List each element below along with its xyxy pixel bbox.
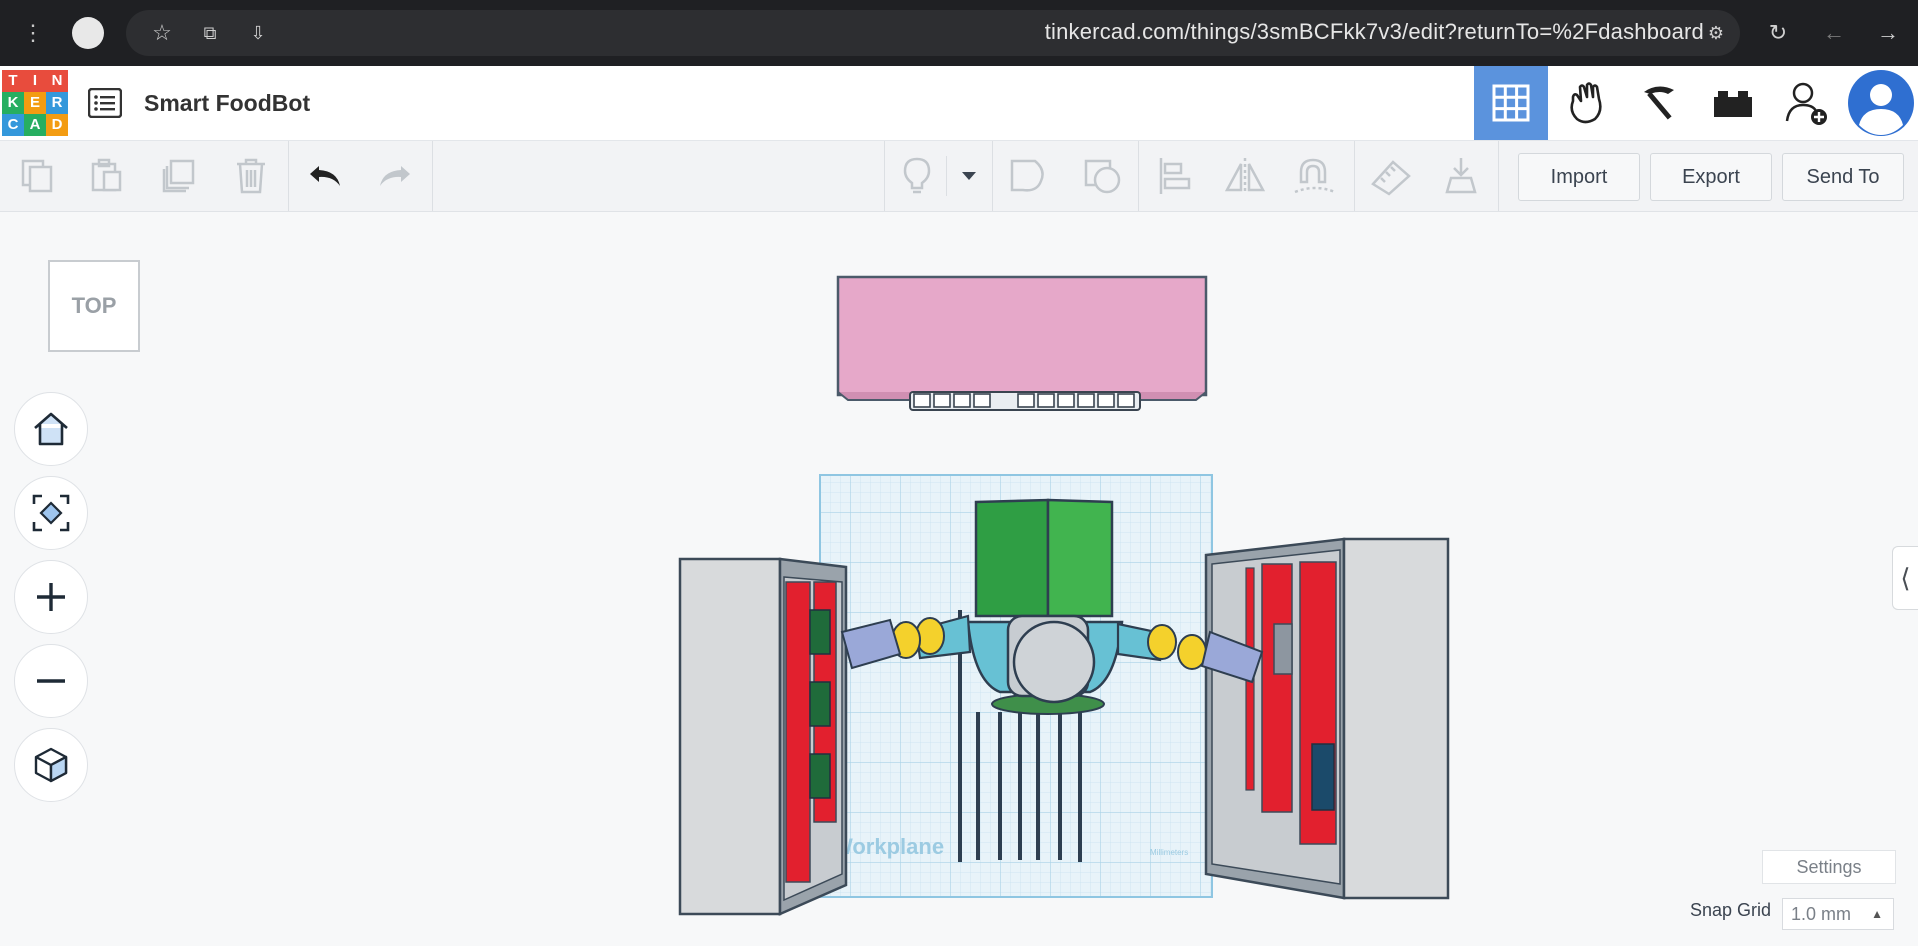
logo-letter: I <box>24 70 46 92</box>
paste-icon[interactable] <box>82 151 132 201</box>
drop-to-workplane-icon[interactable] <box>1436 151 1486 201</box>
workplane-label: Workplane <box>832 834 944 859</box>
light-bulb-icon[interactable] <box>892 151 942 201</box>
collapse-panel-icon[interactable]: ⟨ <box>1892 546 1918 610</box>
import-button[interactable]: Import <box>1518 153 1640 201</box>
site-icon[interactable] <box>72 17 104 49</box>
install-app-icon[interactable]: ⇩ <box>242 18 274 48</box>
align-icon[interactable] <box>1150 151 1200 201</box>
pink-sign-shape[interactable] <box>836 275 1208 411</box>
logo-letter: A <box>24 114 46 136</box>
ungroup-icon[interactable] <box>1078 151 1128 201</box>
logo-letter: K <box>2 92 24 114</box>
url-text[interactable]: tinkercad.com/things/3smBCFkk7v3/edit?re… <box>1045 19 1704 45</box>
circuits-hand-icon[interactable] <box>1548 66 1622 140</box>
undo-icon[interactable] <box>300 151 350 201</box>
invite-user-icon[interactable] <box>1770 66 1844 140</box>
export-button[interactable]: Export <box>1650 153 1772 201</box>
settings-button[interactable]: Settings <box>1762 850 1896 884</box>
user-avatar-icon[interactable] <box>1844 66 1918 140</box>
snap-grid-value: 1.0 mm <box>1791 904 1852 924</box>
send-to-button[interactable]: Send To <box>1782 153 1904 201</box>
edit-toolbar: Import Export Send To <box>0 141 1918 212</box>
3d-workspace[interactable]: TOP Workplane Millimeters ⟨ Settings Sna… <box>0 212 1918 946</box>
tinkercad-logo[interactable]: T I N K E R C A D <box>2 70 68 136</box>
scene-canvas[interactable]: Workplane Millimeters <box>0 212 1918 946</box>
back-icon[interactable]: ← <box>1818 18 1850 48</box>
workplane-unit-label: Millimeters <box>1150 848 1188 857</box>
group-icon[interactable] <box>1004 151 1054 201</box>
app-header: T I N K E R C A D Smart FoodBot <box>0 66 1918 141</box>
left-cabinet-shape[interactable] <box>678 557 848 916</box>
mirror-icon[interactable] <box>1220 151 1270 201</box>
duplicate-icon[interactable] <box>154 151 204 201</box>
redo-icon[interactable] <box>370 151 420 201</box>
magnet-icon[interactable] <box>1290 151 1340 201</box>
chevron-up-icon: ▲ <box>1871 907 1883 921</box>
snap-grid-label: Snap Grid <box>1690 900 1772 920</box>
bookmark-star-icon[interactable]: ☆ <box>146 18 178 48</box>
logo-letter: D <box>46 114 68 136</box>
translate-icon[interactable]: ⧉ <box>194 18 226 48</box>
ruler-icon[interactable] <box>1366 151 1416 201</box>
copy-icon[interactable] <box>12 151 62 201</box>
green-body-shape[interactable] <box>974 498 1114 618</box>
delete-icon[interactable] <box>226 151 276 201</box>
right-cabinet-shape[interactable] <box>1204 537 1450 900</box>
browser-menu-icon[interactable]: ⋮ <box>22 20 44 46</box>
dropdown-icon[interactable] <box>944 151 994 201</box>
snap-grid-select[interactable]: 1.0 mm ▲ <box>1782 898 1894 930</box>
site-settings-icon[interactable]: ⚙ <box>1700 18 1732 48</box>
logo-letter: T <box>2 70 24 92</box>
design-title[interactable]: Smart FoodBot <box>144 90 310 117</box>
forward-icon[interactable]: → <box>1872 18 1904 48</box>
design-list-icon[interactable] <box>87 87 123 119</box>
codeblocks-pickaxe-icon[interactable] <box>1622 66 1696 140</box>
bricks-icon[interactable] <box>1696 66 1770 140</box>
logo-letter: E <box>24 92 46 114</box>
logo-letter: R <box>46 92 68 114</box>
reload-icon[interactable]: ↻ <box>1762 18 1794 48</box>
logo-letter: C <box>2 114 24 136</box>
logo-letter: N <box>46 70 68 92</box>
3d-design-grid-icon[interactable] <box>1474 66 1548 140</box>
browser-toolbar: ⋮ ☆ ⧉ ⇩ tinkercad.com/things/3smBCFkk7v3… <box>0 0 1918 66</box>
